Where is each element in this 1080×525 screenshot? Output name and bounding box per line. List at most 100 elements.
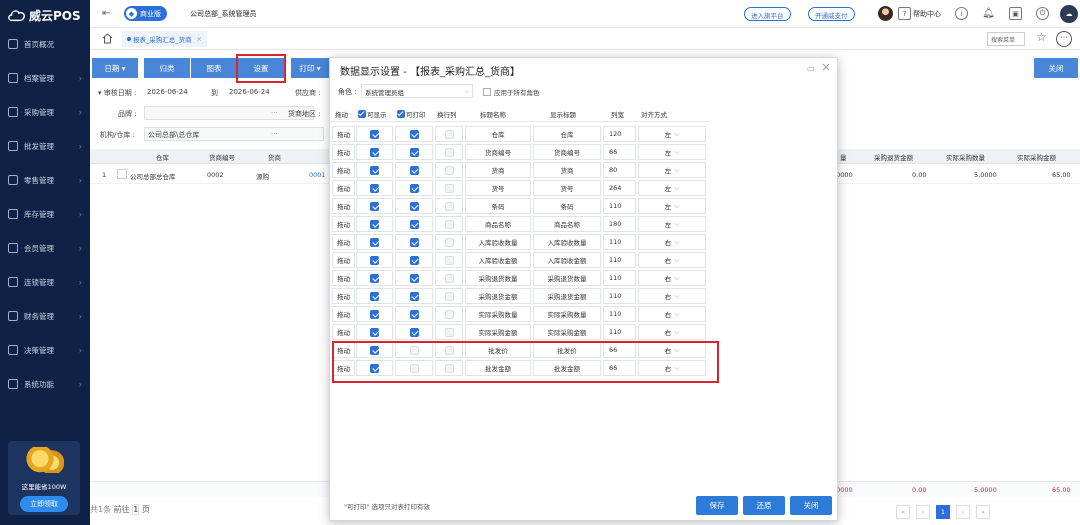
header-print[interactable]: 可打印 — [397, 109, 426, 119]
cell-display[interactable]: 货商编号 — [533, 144, 601, 160]
cell-width[interactable]: 110 — [603, 288, 636, 304]
cell-align[interactable]: 右 ⌵ — [638, 252, 706, 268]
cell-width[interactable]: 120 — [603, 126, 636, 142]
cell-width[interactable]: 66 — [603, 144, 636, 160]
save-button[interactable]: 保存 — [696, 496, 738, 515]
cell-display[interactable]: 条码 — [533, 198, 601, 214]
cell-drag[interactable]: 拖动 — [332, 144, 355, 160]
cell-align[interactable]: 左 ⌵ — [638, 198, 706, 214]
lock-icon[interactable]: ▣ — [1009, 7, 1022, 20]
wrap-checkbox[interactable] — [444, 147, 454, 157]
bell-icon[interactable]: 🔔︎ — [982, 7, 995, 20]
print-checkbox[interactable] — [409, 255, 419, 265]
cell-align[interactable]: 右 ⌵ — [638, 324, 706, 340]
print-checkbox[interactable] — [409, 309, 419, 319]
sidebar-item-0[interactable]: 首页概况 — [0, 33, 90, 55]
print-checkbox[interactable] — [409, 129, 419, 139]
cell-align[interactable]: 左 ⌵ — [638, 126, 706, 142]
home-icon[interactable] — [102, 33, 113, 44]
sidebar-item-3[interactable]: 批发管理 › — [0, 135, 90, 157]
show-checkbox[interactable] — [370, 129, 379, 139]
close-icon[interactable]: × — [197, 35, 202, 43]
sidebar-item-1[interactable]: 档案管理 › — [0, 67, 90, 89]
expand-icon[interactable]: ▾ — [98, 89, 102, 97]
cell-width[interactable]: 110 — [603, 306, 636, 322]
edition-badge[interactable]: ◆ 商业版 — [124, 6, 167, 21]
help-center-link[interactable]: 帮助中心 — [913, 9, 941, 19]
restore-button[interactable]: 还原 — [743, 496, 785, 515]
cell-drag[interactable]: 拖动 — [332, 216, 355, 232]
cell-width[interactable]: 80 — [603, 162, 636, 178]
settings-row[interactable]: 拖动 条码 条码 110 左 ⌵ — [330, 197, 710, 215]
date-to-field[interactable]: 2026-06-24 — [229, 88, 270, 96]
wrap-checkbox[interactable] — [444, 183, 454, 193]
wrap-checkbox[interactable] — [444, 255, 454, 265]
col-actual-amount[interactable]: 实际采购金额 — [1017, 152, 1056, 162]
settings-row[interactable]: 拖动 实际采购数量 实际采购数量 110 右 ⌵ — [330, 305, 710, 323]
col-qty[interactable]: 量 — [840, 152, 847, 162]
menu-search-input[interactable]: 搜索菜单 — [987, 32, 1025, 46]
cell-drag[interactable]: 拖动 — [332, 126, 355, 142]
promo-claim-button[interactable]: 立即领取 — [20, 496, 68, 512]
cell-width[interactable]: 110 — [603, 324, 636, 340]
settings-row[interactable]: 拖动 货商 货商 80 左 ⌵ — [330, 161, 710, 179]
sidebar-item-10[interactable]: 系统功能 › — [0, 373, 90, 395]
show-checkbox[interactable] — [370, 291, 379, 301]
cell-display[interactable]: 采购退货数量 — [533, 270, 601, 286]
cell-display[interactable]: 仓库 — [533, 126, 601, 142]
group-button[interactable]: 归类 — [144, 58, 190, 78]
page-current[interactable]: 1 — [936, 505, 950, 519]
cell-drag[interactable]: 拖动 — [332, 270, 355, 286]
cloud-account-icon[interactable]: ☁ — [1060, 5, 1078, 23]
cell-display[interactable]: 实际采购数量 — [533, 306, 601, 322]
info-icon[interactable]: i — [955, 7, 968, 20]
sidebar-item-6[interactable]: 会员管理 › — [0, 237, 90, 259]
cell-display[interactable]: 入库验收数量 — [533, 234, 601, 250]
settings-row[interactable]: 拖动 货商编号 货商编号 66 左 ⌵ — [330, 143, 710, 161]
brand-picker-icon[interactable]: ··· — [271, 109, 278, 117]
cell-drag[interactable]: 拖动 — [332, 288, 355, 304]
print-checkbox[interactable] — [409, 291, 419, 301]
chart-button[interactable]: 图表 — [191, 58, 237, 78]
avatar[interactable] — [878, 6, 893, 21]
cell-drag[interactable]: 拖动 — [332, 252, 355, 268]
settings-row[interactable]: 拖动 入库验收金额 入库验收金额 110 右 ⌵ — [330, 251, 710, 269]
show-checkbox[interactable] — [370, 327, 379, 337]
cell-align[interactable]: 左 ⌵ — [638, 180, 706, 196]
cell-width[interactable]: 110 — [603, 252, 636, 268]
power-icon[interactable]: ⏻ — [1036, 7, 1049, 20]
first-page-button[interactable]: « — [896, 505, 910, 519]
close-report-button[interactable]: 关闭 — [1034, 58, 1078, 78]
close-dialog-button[interactable]: 关闭 — [790, 496, 832, 515]
col-return-amount[interactable]: 采购退货金额 — [874, 152, 913, 162]
show-checkbox[interactable] — [370, 165, 379, 175]
sidebar-item-2[interactable]: 采购管理 › — [0, 101, 90, 123]
cell-width[interactable]: 110 — [603, 198, 636, 214]
print-checkbox[interactable] — [409, 165, 419, 175]
minimize-icon[interactable]: ▭ — [807, 64, 815, 73]
more-icon[interactable]: ··· — [1056, 31, 1072, 47]
cell-drag[interactable]: 拖动 — [332, 198, 355, 214]
cell-display[interactable]: 商品名称 — [533, 216, 601, 232]
header-show[interactable]: 可显示 — [358, 109, 387, 119]
help-icon[interactable]: ? — [898, 7, 911, 20]
wrap-checkbox[interactable] — [444, 327, 454, 337]
show-checkbox[interactable] — [370, 201, 379, 211]
cell-width[interactable]: 264 — [603, 180, 636, 196]
col-supplier[interactable]: 货商 — [268, 152, 281, 162]
org-picker-icon[interactable]: ··· — [271, 130, 278, 138]
cell-align[interactable]: 左 ⌵ — [638, 162, 706, 178]
show-checkbox[interactable] — [370, 219, 379, 229]
cell-align[interactable]: 右 ⌵ — [638, 234, 706, 250]
close-icon[interactable]: × — [821, 60, 831, 74]
row-checkbox[interactable] — [117, 169, 127, 179]
last-page-button[interactable]: » — [976, 505, 990, 519]
print-checkbox[interactable] — [409, 201, 419, 211]
cell-align[interactable]: 左 ⌵ — [638, 144, 706, 160]
cell-drag[interactable]: 拖动 — [332, 162, 355, 178]
print-checkbox[interactable] — [409, 327, 419, 337]
brand-logo[interactable]: 威云POS — [8, 5, 81, 25]
cell-drag[interactable]: 拖动 — [332, 180, 355, 196]
cell-display[interactable]: 入库验收金额 — [533, 252, 601, 268]
cell-display[interactable]: 货商 — [533, 162, 601, 178]
